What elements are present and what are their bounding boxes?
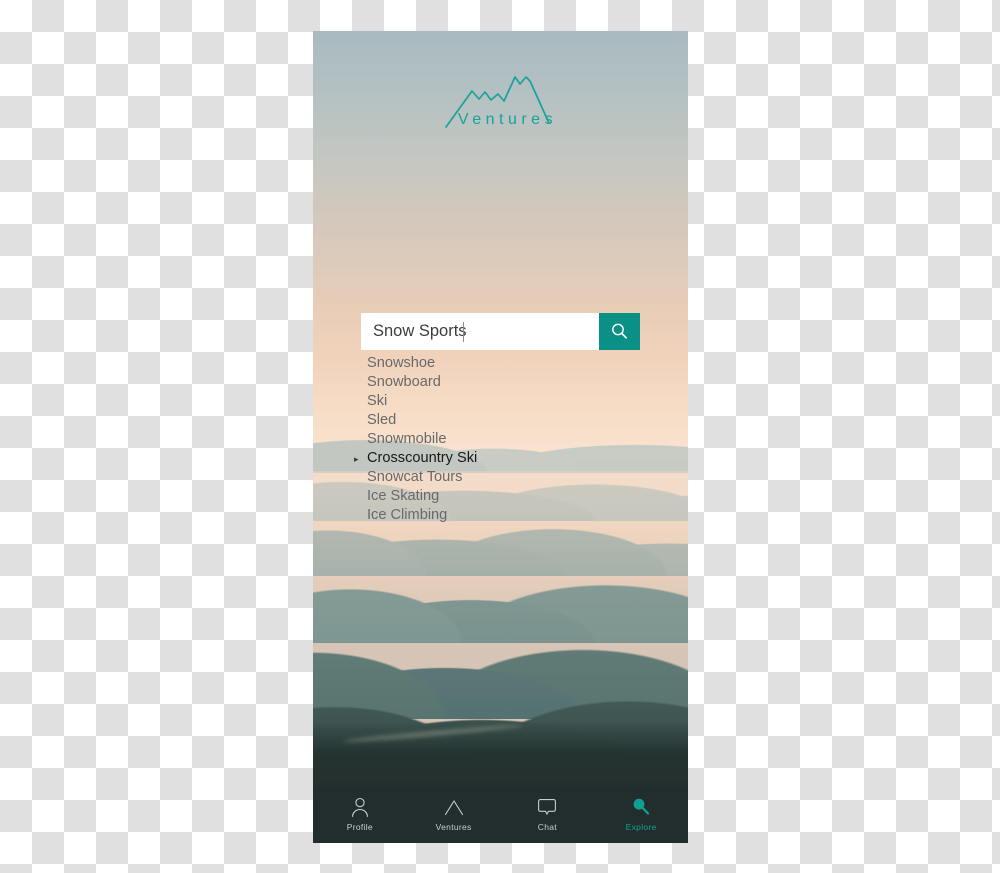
- suggestion-item[interactable]: ▸Ski: [367, 393, 617, 412]
- search-icon-wrapper: [630, 798, 652, 818]
- suggestion-item[interactable]: ▸Snowmobile: [367, 431, 617, 450]
- search-icon: [612, 323, 628, 339]
- speech-bubble-icon-wrapper: [536, 798, 558, 818]
- suggestion-label: Sled: [367, 412, 397, 428]
- suggestion-label: Ski: [367, 393, 388, 409]
- suggestion-label: Crosscountry Ski: [367, 450, 478, 466]
- search-icon: [633, 798, 650, 815]
- suggestion-item[interactable]: ▸Ice Climbing: [367, 507, 617, 526]
- search-bar: Snow Sports: [361, 313, 640, 350]
- person-icon-wrapper: [349, 797, 371, 818]
- suggestion-label: Snowmobile: [367, 431, 447, 447]
- nav-item-label: Explore: [625, 822, 657, 832]
- nav-item-ventures[interactable]: Ventures: [407, 787, 501, 843]
- suggestion-label: Snowcat Tours: [367, 469, 463, 485]
- suggestion-item[interactable]: ▸ Crosscountry Ski: [354, 450, 617, 469]
- suggestion-item[interactable]: ▸Ice Skating: [367, 488, 617, 507]
- suggestion-label: Ice Skating: [367, 488, 440, 504]
- logo-wordmark: Ventures: [457, 111, 558, 128]
- speech-bubble-icon: [538, 799, 557, 815]
- suggestion-item[interactable]: ▸Snowcat Tours: [367, 469, 617, 488]
- mountain-icon-wrapper: [443, 798, 465, 818]
- suggestion-label: Ice Climbing: [367, 507, 448, 523]
- nav-item-chat[interactable]: Chat: [501, 787, 595, 843]
- search-input-value: Snow Sports: [373, 322, 467, 340]
- search-button[interactable]: [599, 313, 640, 350]
- bottom-navigation-bar: Profile Ventures Chat Explore: [313, 787, 688, 843]
- search-suggestions-list: ▸Snowshoe▸Snowboard▸Ski▸Sled▸Snowmobile▸…: [354, 355, 617, 526]
- nav-item-label: Profile: [346, 822, 373, 832]
- suggestion-item[interactable]: ▸Snowshoe: [367, 355, 617, 374]
- suggestion-item[interactable]: ▸Sled: [367, 412, 617, 431]
- nav-item-explore[interactable]: Explore: [594, 787, 688, 843]
- nav-item-label: Chat: [537, 822, 557, 832]
- suggestion-item[interactable]: ▸Snowboard: [367, 374, 617, 393]
- suggestion-label: Snowshoe: [367, 355, 436, 371]
- nav-item-profile[interactable]: Profile: [313, 787, 407, 843]
- text-caret: [462, 321, 464, 342]
- app-logo: Ventures: [441, 61, 561, 133]
- person-icon: [351, 797, 368, 818]
- suggestion-label: Snowboard: [367, 374, 441, 390]
- mountain-icon: [444, 800, 463, 816]
- search-input[interactable]: Snow Sports: [361, 313, 599, 350]
- phone-app-screen: Ventures Snow Sports ▸Snowshoe▸Snowboard…: [313, 31, 688, 843]
- selected-marker-icon: ▸: [354, 454, 359, 464]
- nav-item-label: Ventures: [435, 822, 472, 832]
